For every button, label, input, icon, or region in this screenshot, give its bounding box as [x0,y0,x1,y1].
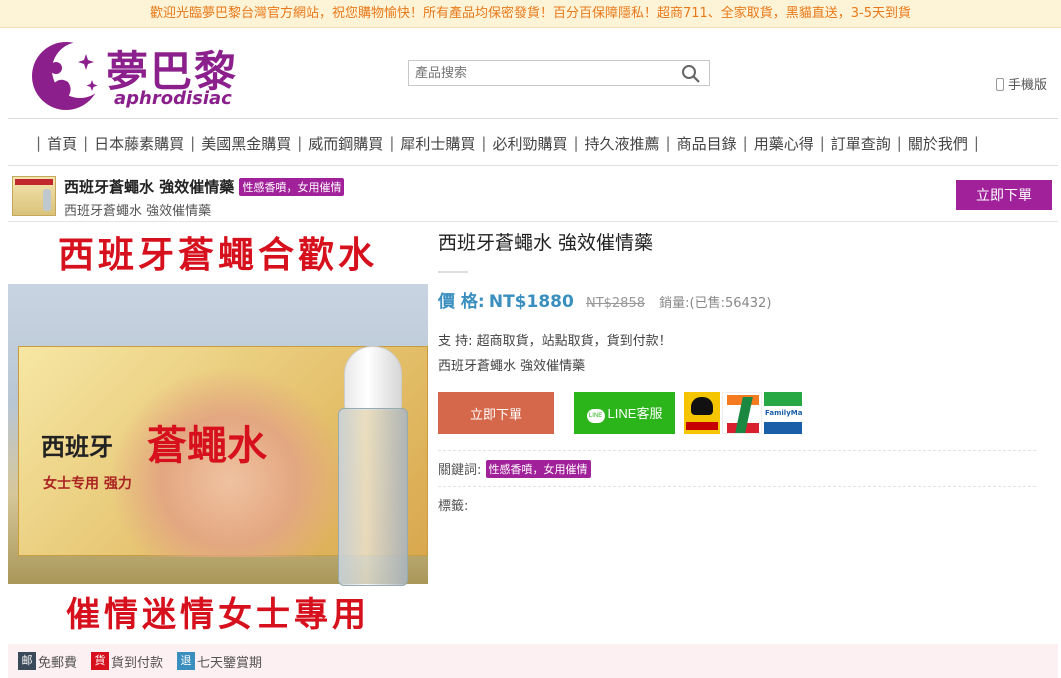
product-image: 西班牙蒼蠅合歡水 西班牙 蒼蠅水 女士专用 强力 催情迷情女士專用 [8,226,428,644]
tags-row: 標籤: [438,499,469,514]
nav-item[interactable]: 犀利士購買 [400,133,475,154]
keywords-row: 關鍵詞: 性感香噴，女用催情 [438,459,1038,478]
service-badge: 退七天鑒賞期 [177,652,262,671]
product-bar-title: 西班牙蒼蠅水 強效催情藥 性感香噴，女用催情 [64,176,345,197]
nav-separator: | [573,134,579,152]
announcement-bar: 歡迎光臨夢巴黎台灣官方網站，祝您購物愉快！所有產品均保密發貨！百分百保障隱私！超… [0,0,1061,28]
line-icon: LINE [586,409,605,423]
nav-item[interactable]: 首頁 [47,133,77,154]
familymart-logo-icon: FamilyMart [764,392,802,434]
price-row: 價 格: NT$1880 NT$2858 銷量:(已售:56432) [438,287,1038,312]
price-current: NT$1880 [488,292,574,312]
nav-list: | 首頁 | 日本藤素購買 | 美國黑金購買 | 威而鋼購買 | 犀利士購買 | 必利勁購買 | 持久液推… [8,119,1058,167]
black-cat-logo-icon [684,392,720,434]
service-badge: 貨貨到付款 [91,652,163,671]
service-badge-icon: 邮 [18,652,36,670]
familymart-logo-text: FamilyMart [765,409,802,417]
logo-subtitle: aphrodisiac [114,88,232,109]
bottle-cap [344,346,402,410]
keywords-label: 關鍵詞: [438,463,482,478]
nav-separator: | [297,134,303,152]
nav-separator: | [481,134,487,152]
price-original: NT$2858 [585,296,645,311]
moon-figure-logo-icon [32,42,106,110]
divider [438,450,1036,451]
main-nav: | 首頁 | 日本藤素購買 | 美國黑金購買 | 威而鋼購買 | 犀利士購買 | 必利勁購買 | 持久液推… [8,118,1058,166]
support-info: 支 持: 超商取貨，站點取貨，貨到付款！ [438,334,672,349]
bottle-glass [338,408,408,586]
seven-eleven-logo-icon [722,392,762,434]
service-badges: 邮免郵費貨貨到付款退七天鑒賞期 [8,644,1058,678]
product-bar-tag[interactable]: 性感香噴，女用催情 [239,178,345,196]
box-small-text: 女士专用 强力 [43,476,132,492]
product-thumbnail[interactable] [12,176,56,216]
nav-separator: | [665,134,671,152]
price-label: 價 格: [438,292,485,312]
search-icon[interactable] [681,64,701,84]
product-image-bottom-text: 催情迷情女士專用 [8,586,428,644]
nav-separator: | [973,134,979,152]
action-row: 立即下單 LINELINE客服 FamilyMart [438,392,1038,436]
keyword-tag[interactable]: 性感香噴，女用催情 [485,460,591,478]
nav-separator: | [83,134,89,152]
search-box [408,60,710,86]
title-divider [438,271,468,273]
product-bar-subtitle: 西班牙蒼蠅水 強效催情藥 [64,204,212,219]
shipping-logos: FamilyMart [684,392,802,436]
product-image-top-text: 西班牙蒼蠅合歡水 [57,234,378,276]
line-support-button[interactable]: LINE LINE客服 [574,392,675,434]
divider [438,486,1036,487]
nav-separator: | [36,134,42,152]
product-summary-bar: 西班牙蒼蠅水 強效催情藥 性感香噴，女用催情 西班牙蒼蠅水 強效催情藥 立即下單 [8,170,1058,222]
product-description: 西班牙蒼蠅水 強效催情藥 [438,359,586,374]
nav-item[interactable]: 日本藤素購買 [94,133,184,154]
service-badge-icon: 退 [177,652,196,670]
nav-item[interactable]: 持久液推薦 [585,133,660,154]
search-input[interactable] [409,61,669,85]
nav-item[interactable]: 必利勁購買 [492,133,567,154]
nav-item[interactable]: 關於我們 [908,133,968,154]
nav-separator: | [819,134,825,152]
nav-item[interactable]: 美國黑金購買 [201,133,291,154]
service-badge-label: 七天鑒賞期 [197,655,263,671]
box-title-black: 西班牙 [41,432,113,461]
service-badge-label: 貨到付款 [111,655,164,671]
service-badge-label: 免郵費 [38,655,78,671]
product-bar-title-text: 西班牙蒼蠅水 強效催情藥 [64,178,235,196]
nav-item[interactable]: 訂單查詢 [831,133,891,154]
phone-icon [995,78,1004,91]
nav-separator: | [742,134,748,152]
bottle [338,346,408,586]
nav-item[interactable]: 用藥心得 [754,133,814,154]
nav-separator: | [896,134,902,152]
header: 夢巴黎 aphrodisiac 手機版 [0,28,1061,118]
buy-now-button-top[interactable]: 立即下單 [956,180,1052,210]
mobile-version-link[interactable]: 手機版 [995,74,1047,93]
service-badge-icon: 貨 [91,652,110,670]
nav-separator: | [389,134,395,152]
mobile-label: 手機版 [1007,78,1047,93]
nav-separator: | [190,134,196,152]
product-info: 西班牙蒼蠅水 強效催情藥 價 格: NT$1880 NT$2858 銷量:(已售… [438,226,1038,514]
product-title: 西班牙蒼蠅水 強效催情藥 [438,232,654,254]
line-support-label: LINE客服 [607,406,663,421]
sales-count: 銷量:(已售:56432) [659,296,772,311]
nav-item[interactable]: 威而鋼購買 [308,133,383,154]
site-logo[interactable]: 夢巴黎 aphrodisiac [26,34,266,114]
service-badge: 邮免郵費 [18,652,77,671]
order-now-button[interactable]: 立即下單 [438,392,554,434]
box-title-red: 蒼蠅水 [147,422,267,469]
nav-item[interactable]: 商品目錄 [677,133,737,154]
